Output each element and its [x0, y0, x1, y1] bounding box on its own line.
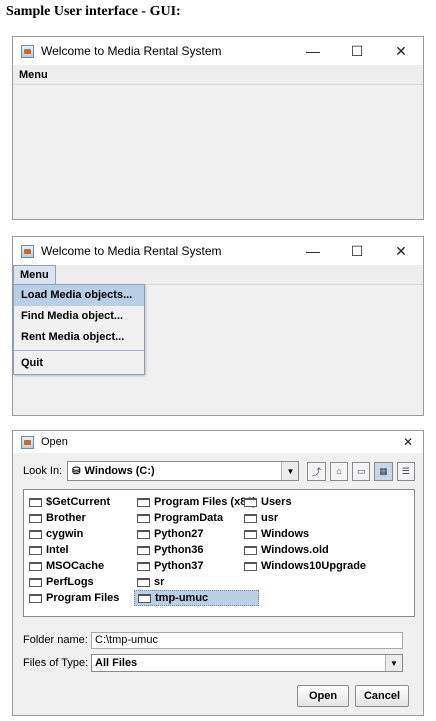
menu-item-load-media[interactable]: Load Media objects...	[14, 285, 144, 306]
dialog-title: Open	[41, 436, 68, 448]
home-icon[interactable]: ⌂	[329, 461, 349, 481]
folder-icon	[137, 561, 150, 571]
files-of-type-row: Files of Type: All Files ▼	[23, 654, 415, 672]
maximize-button[interactable]: ☐	[335, 37, 379, 65]
look-in-label: Look In:	[23, 465, 63, 477]
window-title: Welcome to Media Rental System	[41, 44, 222, 58]
look-in-combo[interactable]: ⛁ Windows (C:) ▼	[67, 461, 300, 481]
folder-icon	[29, 497, 42, 507]
file-column-3: Users usr Windows Windows.old Windows10U…	[241, 494, 369, 574]
look-in-value: Windows (C:)	[84, 465, 155, 477]
folder-icon	[137, 513, 150, 523]
folder-icon	[29, 529, 42, 539]
list-item[interactable]: Windows10Upgrade	[241, 558, 369, 574]
new-folder-icon[interactable]: ▭	[352, 461, 371, 481]
list-item[interactable]: cygwin	[26, 526, 122, 542]
files-of-type-label: Files of Type:	[23, 657, 89, 669]
folder-icon	[244, 497, 257, 507]
chevron-down-icon[interactable]: ▼	[281, 462, 299, 480]
menu-separator	[14, 350, 144, 351]
list-item[interactable]: Windows.old	[241, 542, 369, 558]
folder-icon	[137, 577, 150, 587]
java-app-icon	[21, 435, 34, 449]
title-bar[interactable]: Welcome to Media Rental System — ☐ ✕	[13, 37, 423, 65]
maximize-button[interactable]: ☐	[335, 237, 379, 265]
folder-icon	[244, 545, 257, 555]
list-item[interactable]: $GetCurrent	[26, 494, 122, 510]
files-of-type-value: All Files	[95, 657, 138, 669]
folder-name-row: Folder name: C:\tmp-umuc	[23, 631, 415, 649]
folder-icon	[137, 529, 150, 539]
minimize-button[interactable]: —	[291, 237, 335, 265]
list-item[interactable]: Intel	[26, 542, 122, 558]
file-list[interactable]: $GetCurrent Brother cygwin Intel MSOCach…	[23, 489, 415, 617]
look-in-row: Look In: ⛁ Windows (C:) ▼ ⤴ ⌂ ▭ ▦ ☰	[23, 461, 415, 481]
folder-icon	[29, 513, 42, 523]
menu-item-rent-media[interactable]: Rent Media object...	[14, 327, 144, 348]
java-app-icon	[21, 44, 34, 58]
close-button[interactable]: ✕	[379, 37, 423, 65]
menu-button[interactable]: Menu	[13, 65, 54, 85]
list-item[interactable]: sr	[134, 574, 259, 590]
folder-name-field[interactable]: C:\tmp-umuc	[91, 631, 403, 649]
files-of-type-combo[interactable]: All Files ▼	[91, 654, 403, 672]
folder-icon	[29, 577, 42, 587]
folder-icon	[29, 593, 42, 603]
list-item-selected[interactable]: tmp-umuc	[134, 590, 260, 606]
list-item[interactable]: Brother	[26, 510, 122, 526]
open-dialog: Open ✕ Look In: ⛁ Windows (C:) ▼ ⤴ ⌂ ▭ ▦…	[12, 430, 424, 716]
folder-icon	[29, 561, 42, 571]
cancel-button[interactable]: Cancel	[355, 685, 409, 707]
menu-popup: Load Media objects... Find Media object.…	[13, 284, 145, 375]
folder-icon	[244, 529, 257, 539]
title-bar[interactable]: Welcome to Media Rental System — ☐ ✕	[13, 237, 423, 265]
folder-icon	[244, 513, 257, 523]
main-window-closed-menu: Welcome to Media Rental System — ☐ ✕ Men…	[12, 36, 424, 220]
page-heading: Sample User interface - GUI:	[6, 4, 181, 19]
file-column-1: $GetCurrent Brother cygwin Intel MSOCach…	[26, 494, 122, 606]
menu-button[interactable]: Menu	[13, 264, 56, 285]
menu-bar: Menu	[13, 65, 423, 85]
list-item[interactable]: MSOCache	[26, 558, 122, 574]
list-item[interactable]: Users	[241, 494, 369, 510]
close-button[interactable]: ✕	[379, 237, 423, 265]
minimize-button[interactable]: —	[291, 37, 335, 65]
details-view-icon[interactable]: ☰	[396, 461, 415, 481]
list-item[interactable]: PerfLogs	[26, 574, 122, 590]
chevron-down-icon[interactable]: ▼	[385, 655, 402, 671]
folder-icon	[138, 593, 151, 603]
list-item[interactable]: usr	[241, 510, 369, 526]
window-title: Welcome to Media Rental System	[41, 244, 222, 258]
folder-icon	[137, 545, 150, 555]
up-one-level-icon[interactable]: ⤴	[307, 461, 326, 481]
menu-item-quit[interactable]: Quit	[14, 353, 144, 374]
folder-name-label: Folder name:	[23, 634, 88, 646]
list-item[interactable]: Program Files	[26, 590, 122, 606]
dialog-title-bar[interactable]: Open ✕	[13, 431, 423, 453]
folder-icon	[244, 561, 257, 571]
drive-icon: ⛁	[72, 465, 81, 477]
folder-icon	[29, 545, 42, 555]
open-button[interactable]: Open	[297, 685, 349, 707]
folder-icon	[137, 497, 150, 507]
java-app-icon	[21, 244, 34, 258]
close-button[interactable]: ✕	[393, 431, 423, 453]
menu-item-find-media[interactable]: Find Media object...	[14, 306, 144, 327]
list-view-icon[interactable]: ▦	[374, 461, 393, 481]
menu-bar: Menu	[13, 264, 423, 285]
list-item[interactable]: Windows	[241, 526, 369, 542]
